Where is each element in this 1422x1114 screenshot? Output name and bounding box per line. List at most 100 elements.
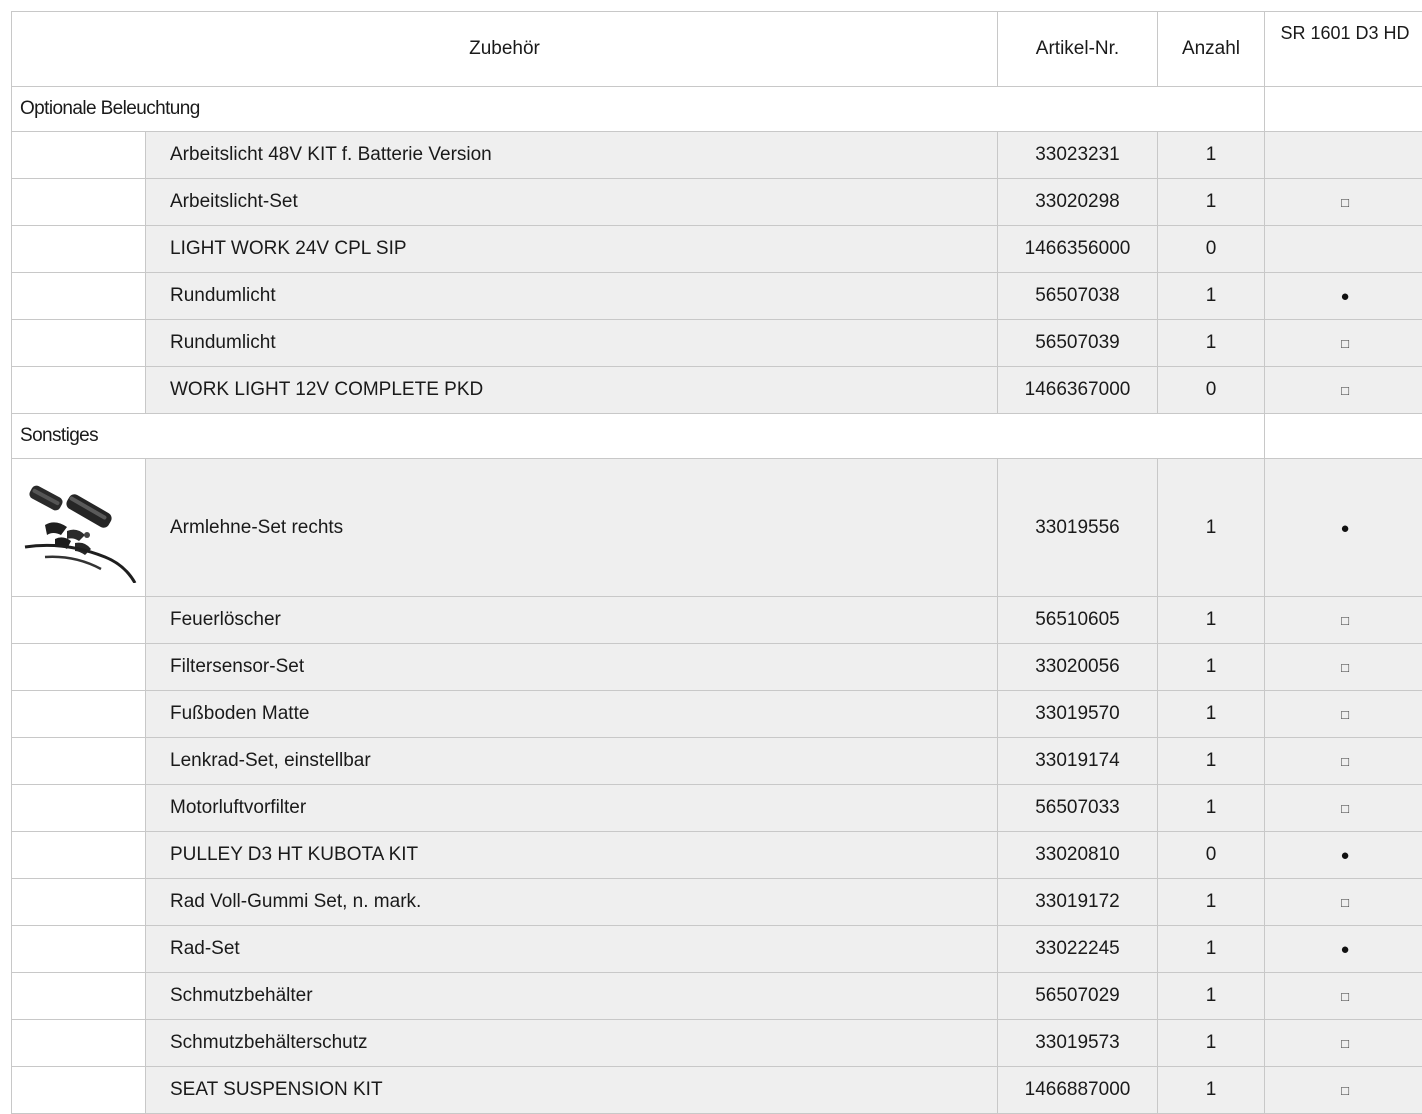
article-number: 1466367000	[998, 367, 1158, 414]
accessory-name: Motorluftvorfilter	[146, 785, 998, 832]
model-availability-cell: □	[1265, 879, 1422, 926]
optional-square-icon: □	[1341, 383, 1349, 398]
article-number: 33019172	[998, 879, 1158, 926]
product-image-cell	[12, 459, 146, 597]
header-article-number: Artikel-Nr.	[998, 12, 1158, 87]
article-number: 33019573	[998, 1020, 1158, 1067]
optional-square-icon: □	[1341, 1036, 1349, 1051]
accessory-name: SEAT SUSPENSION KIT	[146, 1067, 998, 1114]
product-image-cell	[12, 691, 146, 738]
quantity: 0	[1158, 832, 1265, 879]
quantity: 1	[1158, 597, 1265, 644]
optional-square-icon: □	[1341, 989, 1349, 1004]
table-row: PULLEY D3 HT KUBOTA KIT330208100●	[12, 832, 1422, 879]
product-image-cell	[12, 132, 146, 179]
table-row: Rundumlicht565070391 □	[12, 320, 1422, 367]
accessory-name: Rad Voll-Gummi Set, n. mark.	[146, 879, 998, 926]
article-number: 33019174	[998, 738, 1158, 785]
accessory-name: Rundumlicht	[146, 320, 998, 367]
quantity: 1	[1158, 926, 1265, 973]
table-row: Fußboden Matte330195701 □	[12, 691, 1422, 738]
model-availability-cell: ●	[1265, 926, 1422, 973]
model-availability-cell: □	[1265, 320, 1422, 367]
product-image-cell	[12, 320, 146, 367]
standard-dot-icon: ●	[1340, 941, 1349, 958]
article-number: 56507033	[998, 785, 1158, 832]
optional-square-icon: □	[1341, 613, 1349, 628]
table-row: Motorluftvorfilter565070331□	[12, 785, 1422, 832]
optional-square-icon: □	[1341, 336, 1349, 351]
table-row: SEAT SUSPENSION KIT14668870001□	[12, 1067, 1422, 1114]
table-body: Optionale BeleuchtungArbeitslicht 48V KI…	[12, 87, 1422, 1114]
accessory-name: LIGHT WORK 24V CPL SIP	[146, 226, 998, 273]
article-number: 33019556	[998, 459, 1158, 597]
quantity: 1	[1158, 132, 1265, 179]
table-row: Schmutzbehälterschutz330195731□	[12, 1020, 1422, 1067]
optional-square-icon: □	[1341, 895, 1349, 910]
group-title: Optionale Beleuchtung	[12, 87, 1265, 132]
quantity: 1	[1158, 738, 1265, 785]
optional-square-icon: □	[1341, 660, 1349, 675]
model-availability-cell	[1265, 132, 1422, 179]
accessory-name: Rundumlicht	[146, 273, 998, 320]
accessory-name: Fußboden Matte	[146, 691, 998, 738]
standard-dot-icon: ●	[1340, 520, 1349, 537]
accessory-name: Arbeitslicht 48V KIT f. Batterie Version	[146, 132, 998, 179]
quantity: 1	[1158, 1020, 1265, 1067]
product-image-cell	[12, 179, 146, 226]
article-number: 33019570	[998, 691, 1158, 738]
optional-square-icon: □	[1341, 707, 1349, 722]
accessory-name: Feuerlöscher	[146, 597, 998, 644]
model-availability-cell: □	[1265, 973, 1422, 1020]
table-row: Rad-Set330222451 ●	[12, 926, 1422, 973]
accessory-name: Filtersensor-Set	[146, 644, 998, 691]
standard-dot-icon: ●	[1340, 847, 1349, 864]
accessory-name: Armlehne-Set rechts	[146, 459, 998, 597]
article-number: 56510605	[998, 597, 1158, 644]
quantity: 1	[1158, 273, 1265, 320]
quantity: 1	[1158, 973, 1265, 1020]
optional-square-icon: □	[1341, 801, 1349, 816]
article-number: 56507029	[998, 973, 1158, 1020]
product-image-cell	[12, 226, 146, 273]
model-availability-cell: □	[1265, 1067, 1422, 1114]
model-availability-cell: □	[1265, 179, 1422, 226]
quantity: 1	[1158, 179, 1265, 226]
quantity: 1	[1158, 691, 1265, 738]
product-image-cell	[12, 973, 146, 1020]
quantity: 1	[1158, 459, 1265, 597]
product-image-cell	[12, 597, 146, 644]
table-row: Schmutzbehälter565070291□	[12, 973, 1422, 1020]
model-availability-cell: □	[1265, 367, 1422, 414]
product-image-cell	[12, 273, 146, 320]
table-row: Filtersensor-Set330200561□	[12, 644, 1422, 691]
header-quantity: Anzahl	[1158, 12, 1265, 87]
quantity: 1	[1158, 644, 1265, 691]
model-availability-cell: □	[1265, 691, 1422, 738]
product-image-cell	[12, 1020, 146, 1067]
model-availability-cell: □	[1265, 1020, 1422, 1067]
table-row: Rundumlicht565070381●	[12, 273, 1422, 320]
article-number: 33022245	[998, 926, 1158, 973]
model-availability-cell: ●	[1265, 832, 1422, 879]
article-number: 33023231	[998, 132, 1158, 179]
table-row: Armlehne-Set rechts330195561 ●	[12, 459, 1422, 597]
article-number: 56507038	[998, 273, 1158, 320]
accessory-name: Rad-Set	[146, 926, 998, 973]
table-row: WORK LIGHT 12V COMPLETE PKD14663670000□	[12, 367, 1422, 414]
article-number: 56507039	[998, 320, 1158, 367]
model-availability-cell: □	[1265, 785, 1422, 832]
table-header-row: Zubehör Artikel-Nr. Anzahl SR 1601 D3 HD	[12, 12, 1422, 87]
quantity: 1	[1158, 320, 1265, 367]
header-accessory: Zubehör	[12, 12, 998, 87]
article-number: 1466356000	[998, 226, 1158, 273]
article-number: 33020298	[998, 179, 1158, 226]
quantity: 1	[1158, 1067, 1265, 1114]
table-row: Feuerlöscher565106051 □	[12, 597, 1422, 644]
article-number: 1466887000	[998, 1067, 1158, 1114]
article-number: 33020810	[998, 832, 1158, 879]
product-image-cell	[12, 738, 146, 785]
product-image-cell	[12, 832, 146, 879]
model-availability-cell: ●	[1265, 459, 1422, 597]
model-availability-cell: ●	[1265, 273, 1422, 320]
